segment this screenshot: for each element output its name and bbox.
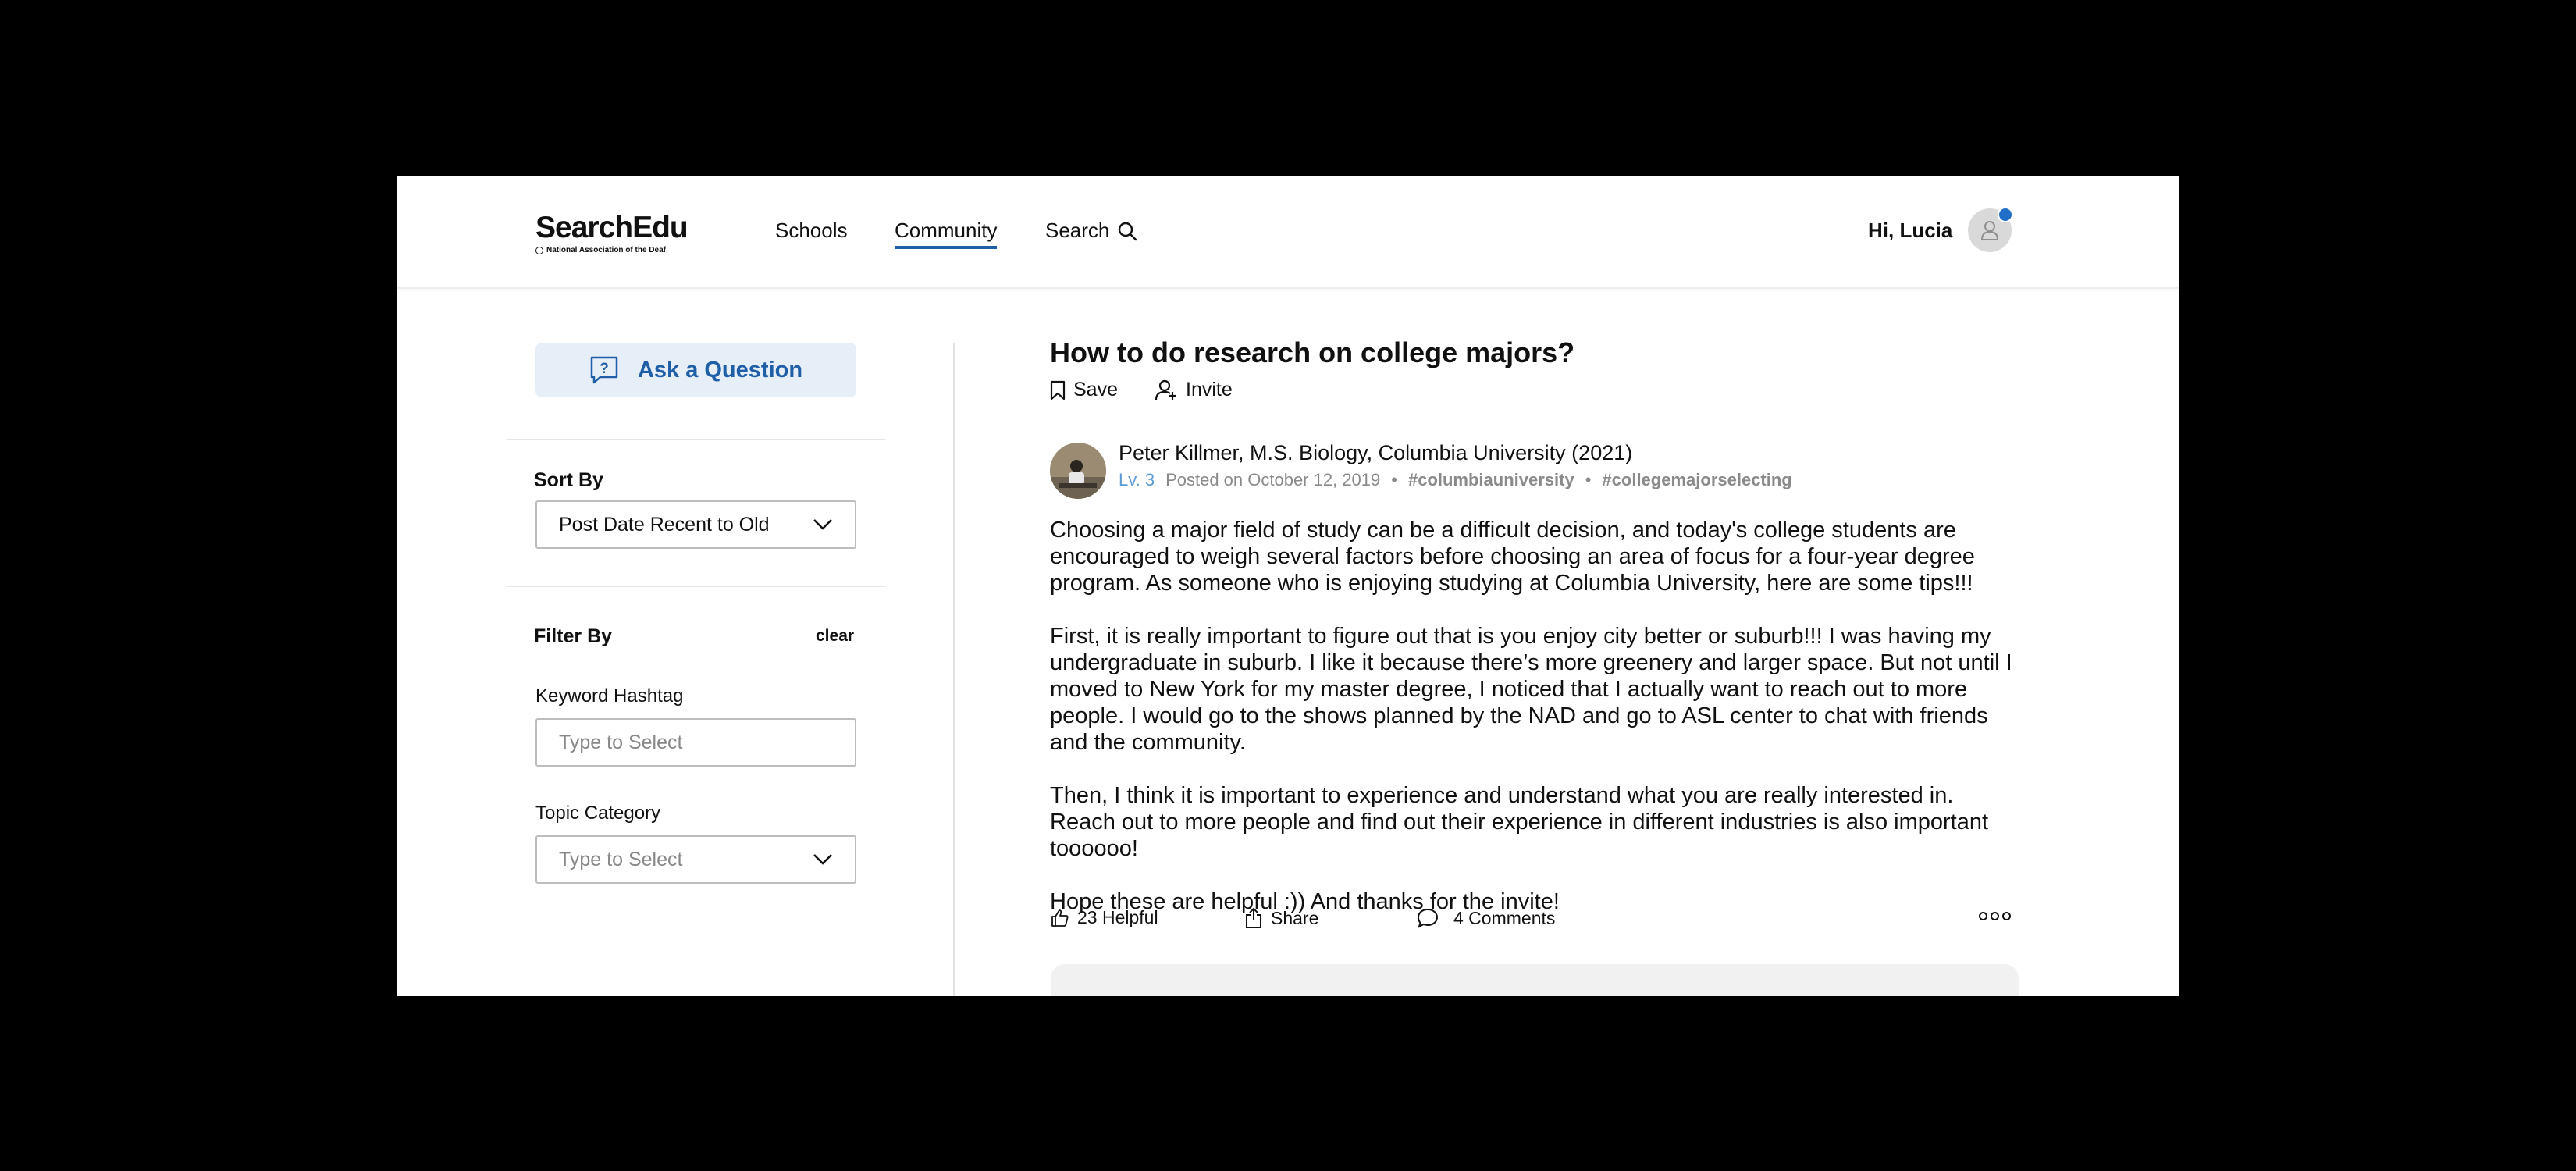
share-label: Share (1271, 907, 1319, 928)
helpful-button[interactable]: 23 Helpful (1051, 907, 1158, 928)
thumbs-up-icon (1051, 909, 1069, 927)
invite-button[interactable]: Invite (1155, 379, 1233, 401)
post-paragraph: First, it is really important to figure … (1050, 624, 2012, 755)
sidebar-divider (507, 586, 885, 587)
topic-category-select[interactable]: Type to Select (535, 835, 856, 884)
user-avatar-button[interactable] (1968, 207, 2013, 252)
svg-text:?: ? (600, 361, 609, 377)
logo[interactable]: SearchEdu National Association of the De… (535, 212, 688, 255)
post-title: How to do research on college majors? (1050, 336, 1575, 368)
bookmark-icon (1050, 380, 1066, 400)
author-level-badge: Lv. 3 (1119, 470, 1155, 489)
topic-placeholder: Type to Select (559, 848, 683, 870)
hashtag-link[interactable]: #collegemajorselecting (1602, 470, 1791, 490)
logo-name: SearchEdu (535, 211, 688, 244)
sort-select[interactable]: Post Date Recent to Old (535, 500, 856, 549)
keyword-hashtag-label: Keyword Hashtag (535, 685, 684, 707)
ask-question-label: Ask a Question (637, 357, 803, 383)
post-meta: Lv. 3 Posted on October 12, 2019 • #colu… (1119, 470, 1792, 490)
user-greeting: Hi, Lucia (1868, 219, 1953, 242)
comments-count: 4 Comments (1453, 907, 1556, 928)
share-icon (1246, 907, 1261, 928)
comment-input-area[interactable] (1051, 964, 2019, 996)
hashtag-link[interactable]: #columbiauniversity (1408, 470, 1574, 490)
author-photo (1050, 443, 1106, 499)
post-body: Choosing a major field of study can be a… (1050, 517, 2018, 941)
user-icon (1980, 221, 1999, 240)
topic-category-label: Topic Category (535, 803, 661, 824)
nav-search-label: Search (1045, 219, 1110, 242)
author-avatar[interactable] (1050, 443, 1106, 499)
chevron-down-icon (813, 854, 832, 865)
save-button[interactable]: Save (1050, 379, 1118, 401)
save-label: Save (1073, 379, 1118, 400)
app-window: SearchEdu National Association of the De… (397, 176, 2179, 996)
logo-subtitle: National Association of the Deaf (546, 246, 666, 254)
nav-search[interactable]: Search (1045, 219, 1137, 243)
more-dot-icon (1991, 912, 1999, 920)
nav-schools[interactable]: Schools (775, 219, 848, 243)
helpful-count: 23 Helpful (1077, 907, 1158, 927)
nad-seal-icon (535, 247, 543, 254)
post-paragraph: Then, I think it is important to experie… (1050, 783, 1989, 861)
share-button[interactable]: Share (1244, 907, 1318, 929)
comment-bubble-icon (1417, 908, 1439, 929)
more-dot-icon (2002, 912, 2011, 920)
post-paragraph: Choosing a major field of study can be a… (1050, 518, 1975, 596)
chevron-down-icon (813, 519, 832, 530)
ask-question-button[interactable]: ? Ask a Question (535, 343, 856, 397)
question-bubble-icon: ? (590, 356, 618, 384)
invite-label: Invite (1186, 379, 1233, 400)
clear-filters-link[interactable]: clear (816, 627, 854, 646)
author-name[interactable]: Peter Killmer, M.S. Biology, Columbia Un… (1119, 441, 1632, 465)
comments-button[interactable]: 4 Comments (1416, 907, 1555, 929)
sort-select-value: Post Date Recent to Old (559, 513, 770, 536)
post-date: Posted on October 12, 2019 (1165, 470, 1381, 489)
sidebar-divider (507, 439, 885, 440)
invite-user-icon (1155, 379, 1176, 400)
nav-community[interactable]: Community (895, 219, 998, 249)
filter-by-label: Filter By (534, 625, 613, 647)
column-divider (953, 343, 955, 996)
more-options-button[interactable] (1979, 912, 2011, 920)
search-icon (1119, 222, 1137, 240)
keyword-placeholder: Type to Select (559, 731, 683, 753)
sort-by-label: Sort By (534, 469, 603, 491)
keyword-hashtag-input[interactable]: Type to Select (535, 718, 856, 767)
notification-dot (1998, 207, 2013, 222)
top-header: SearchEdu National Association of the De… (397, 176, 2179, 289)
more-dot-icon (1979, 912, 1987, 920)
